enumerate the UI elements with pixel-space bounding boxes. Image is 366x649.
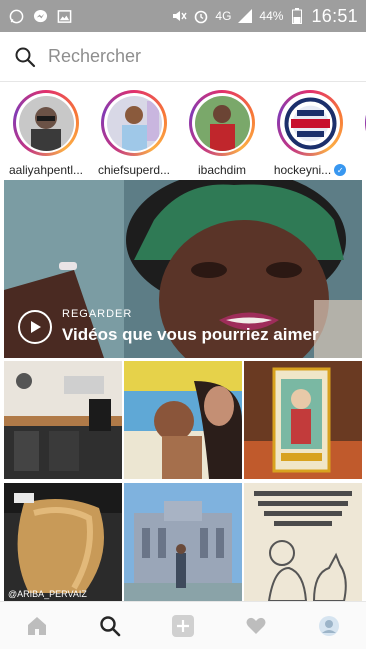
grid-tile-tarot-card[interactable]	[244, 361, 362, 479]
avatar	[106, 95, 162, 151]
stories-row: aaliyahpentl... chiefsuperd... ibachdim …	[0, 82, 366, 178]
grid-tile-kitchen[interactable]	[4, 361, 122, 479]
play-icon[interactable]	[18, 310, 52, 344]
grid-tile-wig-hair[interactable]: @ARIBA_PERVAIZ	[4, 483, 122, 601]
story-ring	[189, 90, 255, 156]
story-ring	[277, 90, 343, 156]
grid-tile-mother-child[interactable]	[124, 361, 242, 479]
verified-badge-icon: ✓	[334, 164, 347, 176]
watermark-text: @ARIBA_PERVAIZ	[8, 589, 87, 599]
bottom-nav	[0, 601, 366, 649]
search-icon[interactable]	[90, 606, 130, 646]
status-bar: 4G 44% 16:51	[0, 0, 366, 32]
story-item[interactable]: hockeyni... ✓	[270, 82, 350, 178]
story-item[interactable]: aaliyahpentl...	[6, 82, 86, 178]
network-indicator: 4G	[215, 9, 232, 23]
avatar	[18, 95, 74, 151]
battery-icon	[289, 8, 305, 24]
battery-percent: 44%	[259, 9, 284, 23]
story-item[interactable]: raft	[358, 82, 366, 178]
story-username: hockeyni... ✓	[274, 163, 347, 177]
explore-grid: @ARIBA_PERVAIZ	[4, 361, 362, 601]
profile-icon[interactable]	[309, 606, 349, 646]
heart-icon[interactable]	[236, 606, 276, 646]
grid-tile-city-building[interactable]	[124, 483, 242, 601]
home-icon[interactable]	[17, 606, 57, 646]
search-input[interactable]	[48, 46, 328, 67]
video-kicker: REGARDER	[62, 308, 133, 320]
story-username: chiefsuperd...	[97, 163, 171, 177]
grid-tile-quote-illustration[interactable]	[244, 483, 362, 601]
story-username: ibachdim	[197, 163, 247, 177]
whatsapp-icon	[8, 8, 24, 24]
story-username: aaliyahpentl...	[8, 163, 84, 177]
alarm-icon	[193, 8, 209, 24]
avatar	[194, 95, 250, 151]
video-banner[interactable]: REGARDER Vidéos que vous pourriez aimer	[4, 180, 362, 358]
story-item[interactable]: chiefsuperd...	[94, 82, 174, 178]
gallery-icon	[56, 8, 72, 24]
story-ring	[13, 90, 79, 156]
story-item[interactable]: ibachdim	[182, 82, 262, 178]
video-title: Vidéos que vous pourriez aimer	[62, 325, 319, 344]
mute-icon	[171, 8, 187, 24]
messenger-icon	[32, 8, 48, 24]
story-ring	[101, 90, 167, 156]
clock: 16:51	[311, 5, 358, 26]
add-icon[interactable]	[163, 606, 203, 646]
search-bar[interactable]	[0, 32, 366, 82]
signal-icon	[237, 8, 253, 24]
avatar	[282, 95, 338, 151]
search-icon	[14, 46, 36, 68]
